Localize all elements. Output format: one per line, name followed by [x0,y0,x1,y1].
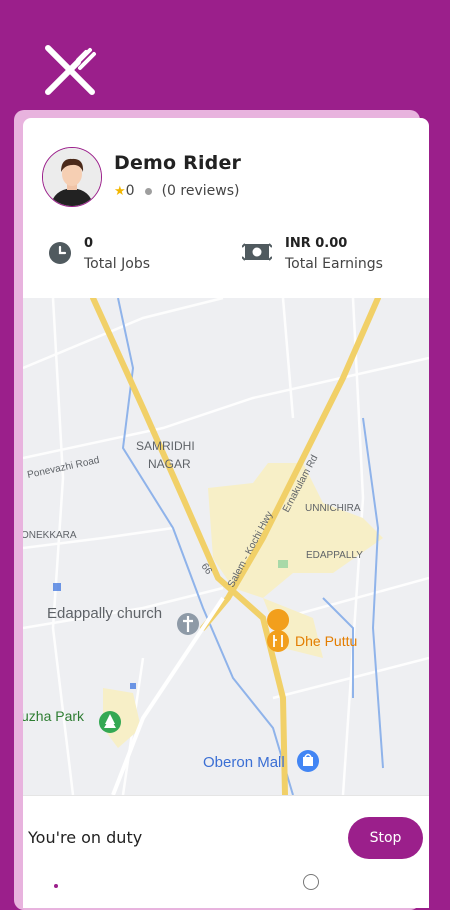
total-jobs-value: 0 [84,236,94,251]
avatar-image [43,148,101,206]
church-pin-icon[interactable] [177,613,199,635]
nav-indicator-dot [54,884,58,888]
total-earnings-label: Total Earnings [285,256,383,272]
map-canvas[interactable]: SAMRIDHI NAGAR Ponevazhi Road ONEKKARA U… [23,298,429,795]
map-label-onekkara: ONEKKARA [23,530,77,541]
total-jobs-label: Total Jobs [84,256,151,272]
map-label-oberon-mall: Oberon Mall [203,754,285,771]
duty-bar: You're on duty Stop [23,795,429,908]
map-label-park: uzha Park [23,708,85,724]
stop-button[interactable]: Stop [348,817,423,859]
clock-icon [49,242,71,264]
reviews-count: (0 reviews) [161,183,240,199]
park-pin-icon[interactable] [99,711,121,733]
rider-name: Demo Rider [114,152,242,174]
separator-dot [144,187,152,195]
total-earnings-value: INR 0.00 [285,236,348,251]
map-label-samridhi: SAMRIDHI [136,439,195,453]
stats-row: 0 Total Jobs INR 0.00 Total Earnings [23,236,429,296]
map-label-edappally: EDAPPALLY [306,550,363,561]
cash-icon [242,243,272,261]
map-label-nagar: NAGAR [148,457,191,471]
rider-card: Demo Rider ★0 (0 reviews) 0 Total Jobs I… [23,118,429,908]
rating-row: ★0 (0 reviews) [114,183,239,199]
fork-knife-icon [45,45,96,95]
map-label-unnichira: UNNICHIRA [305,503,361,514]
search-icon[interactable] [303,874,319,890]
rating-value-group: ★0 [114,183,135,199]
shopping-pin-icon[interactable] [297,750,319,772]
rating-value: 0 [125,183,135,199]
map-label-dhe-puttu: Dhe Puttu [295,633,357,649]
map-view[interactable]: SAMRIDHI NAGAR Ponevazhi Road ONEKKARA U… [23,298,429,795]
map-label-church: Edappally church [47,605,162,622]
duty-status-text: You're on duty [28,828,143,847]
avatar[interactable] [42,147,102,207]
star-icon: ★ [114,184,126,199]
